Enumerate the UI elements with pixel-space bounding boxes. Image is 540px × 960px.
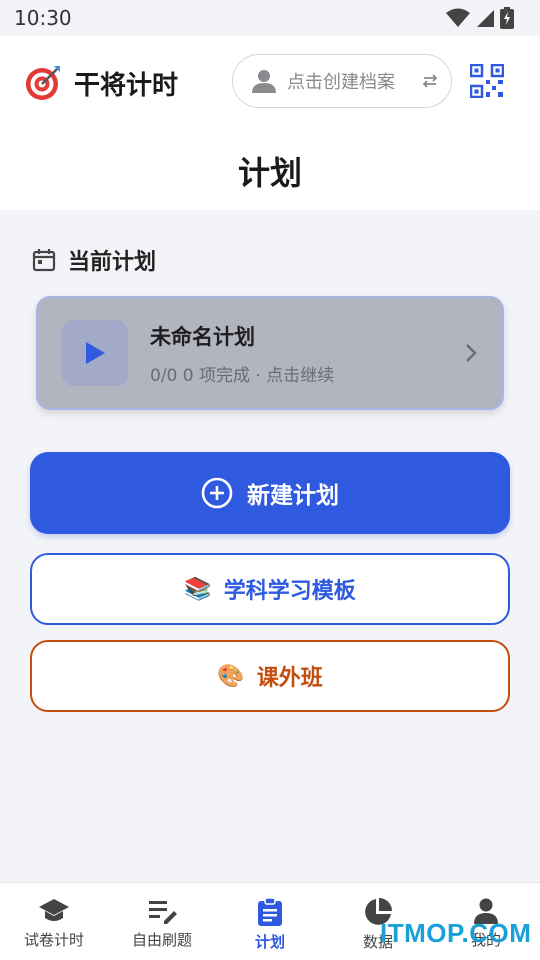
calendar-icon [32,249,56,272]
plan-info: 未命名计划 0/0 0 项完成 · 点击继续 [150,321,464,386]
extracurricular-label: 课外班 [256,666,323,691]
clipboard-icon [258,897,282,926]
palette-icon: 🎨 [217,663,245,689]
nav-item-exam-timer[interactable]: 试卷计时 [0,883,108,960]
battery-icon [500,7,514,29]
plan-name: 未命名计划 [150,324,255,349]
wifi-icon [446,8,470,27]
swap-icon [422,74,438,88]
app-header: 干将计时 点击创建档案 计划 [0,36,540,210]
edit-list-icon [149,901,177,924]
signal-icon [477,10,494,27]
brand: 干将计时 [24,64,178,102]
subject-template-label: 学科学习模板 [223,579,356,604]
nav-label: 自由刷题 [131,931,192,949]
new-plan-button[interactable]: 新建计划 [30,452,510,534]
app-title: 干将计时 [74,70,179,101]
current-plan-card[interactable]: 未命名计划 0/0 0 项完成 · 点击继续 [36,296,504,410]
create-profile-button[interactable]: 点击创建档案 [232,54,452,108]
add-circle-icon [201,477,233,509]
subject-template-button[interactable]: 📚 学科学习模板 [30,553,510,625]
section-title: 当前计划 [68,250,157,275]
target-logo-icon [26,66,60,100]
nav-label: 试卷计时 [23,931,84,949]
extracurricular-button[interactable]: 🎨 课外班 [30,640,510,712]
page-title: 计划 [237,154,302,192]
plan-progress: 0/0 0 项完成 · 点击继续 [150,365,335,386]
create-profile-label: 点击创建档案 [287,72,395,93]
status-icons [446,7,514,29]
chevron-right-icon [466,344,477,362]
watermark: ITMOP.COM [380,918,532,948]
new-plan-label: 新建计划 [247,483,339,509]
graduation-cap-icon [39,899,69,921]
status-bar: 10:30 [0,0,540,36]
nav-item-plan[interactable]: 计划 [216,883,324,960]
status-time: 10:30 [14,6,72,30]
nav-label: 计划 [254,933,285,951]
current-plan-header: 当前计划 [32,244,156,276]
user-icon [252,70,276,93]
qr-scan-icon[interactable] [470,64,504,98]
play-icon [86,342,105,364]
books-icon: 📚 [184,576,212,602]
nav-item-free-practice[interactable]: 自由刷题 [108,883,216,960]
play-button[interactable] [62,320,128,386]
